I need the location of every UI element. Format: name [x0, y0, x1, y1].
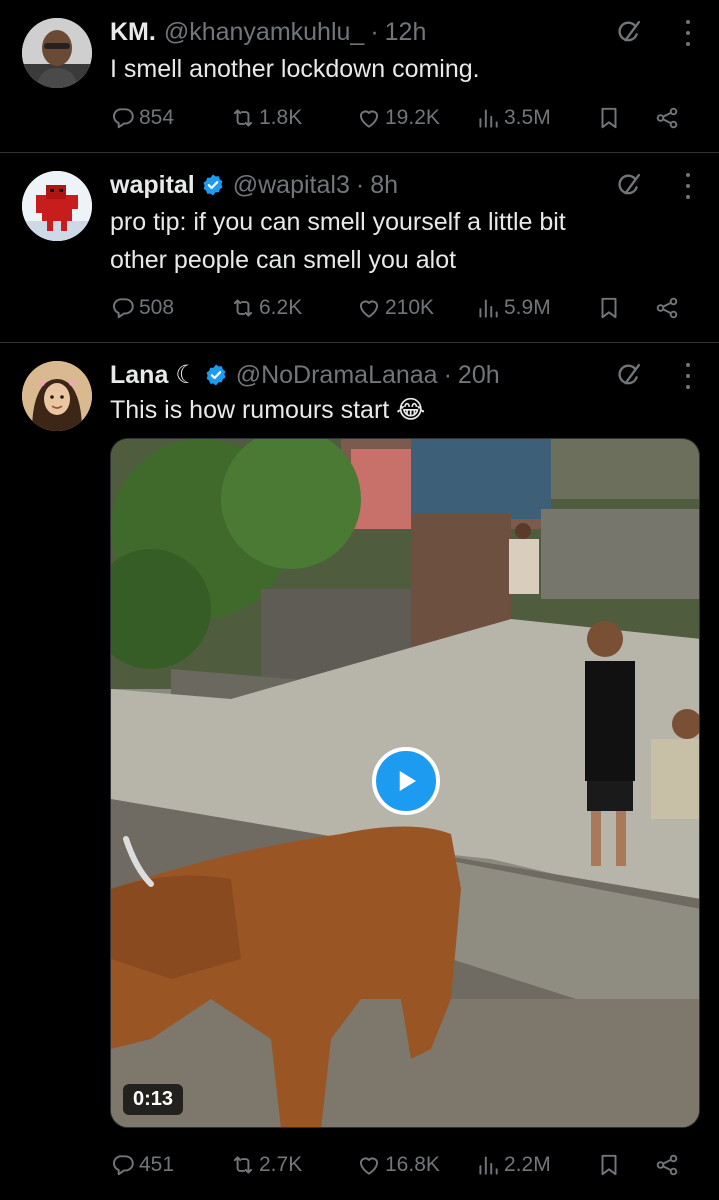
bookmark-button[interactable]	[596, 102, 625, 134]
separator: ·	[355, 170, 365, 199]
like-count: 210K	[385, 296, 435, 319]
retweet-icon	[230, 105, 256, 131]
avatar[interactable]	[22, 171, 92, 241]
username[interactable]: @khanyamkuhlu_	[164, 18, 365, 47]
timestamp[interactable]: 12h	[385, 18, 427, 47]
retweet-button[interactable]: 6.2K	[230, 292, 302, 324]
username[interactable]: @NoDramaLanaa	[236, 361, 438, 390]
like-icon	[356, 105, 382, 131]
tweet-1[interactable]: KM. @khanyamkuhlu_ · 12h I smell another…	[0, 0, 719, 153]
share-icon	[654, 295, 680, 321]
reply-count: 854	[139, 106, 175, 129]
more-icon[interactable]	[685, 363, 691, 389]
retweet-count: 2.7K	[259, 1153, 303, 1176]
views-icon	[475, 105, 501, 131]
retweet-count: 1.8K	[259, 106, 303, 129]
share-icon	[654, 105, 680, 131]
reply-count: 451	[139, 1153, 175, 1176]
share-icon	[654, 1152, 680, 1178]
views-button[interactable]: 3.5M	[475, 102, 551, 134]
bookmark-icon	[596, 295, 622, 321]
retweet-button[interactable]: 1.8K	[230, 102, 302, 134]
bookmark-button[interactable]	[596, 292, 625, 324]
tweet-text: I smell another lockdown coming.	[110, 55, 480, 83]
views-count: 5.9M	[504, 296, 551, 319]
share-button[interactable]	[654, 292, 683, 324]
grok-icon[interactable]	[615, 18, 643, 46]
views-count: 2.2M	[504, 1153, 551, 1176]
retweet-count: 6.2K	[259, 296, 303, 319]
reply-button[interactable]: 508	[110, 292, 174, 324]
like-icon	[356, 295, 382, 321]
share-button[interactable]	[654, 1149, 683, 1181]
video-player[interactable]: 0:13	[110, 438, 700, 1128]
like-count: 19.2K	[385, 106, 440, 129]
more-icon[interactable]	[685, 173, 691, 199]
like-button[interactable]: 210K	[356, 292, 434, 324]
grok-icon[interactable]	[615, 171, 643, 199]
timestamp[interactable]: 8h	[370, 171, 398, 200]
retweet-button[interactable]: 2.7K	[230, 1149, 302, 1181]
share-button[interactable]	[654, 102, 683, 134]
separator: ·	[370, 17, 379, 46]
tweet-header: Lana ☾ @NoDramaLanaa · 20h	[110, 357, 500, 393]
tweet-header: wapital @wapital3 · 8h	[110, 167, 398, 203]
play-icon	[399, 771, 416, 791]
avatar[interactable]	[22, 18, 92, 88]
bookmark-button[interactable]	[596, 1149, 625, 1181]
username[interactable]: @wapital3	[233, 171, 350, 200]
display-name[interactable]: wapital	[110, 171, 195, 200]
display-name[interactable]: Lana ☾	[110, 360, 198, 390]
retweet-icon	[230, 1152, 256, 1178]
bookmark-icon	[596, 1152, 622, 1178]
tweet-2[interactable]: wapital @wapital3 · 8h pro tip: if you c…	[0, 153, 719, 343]
views-button[interactable]: 2.2M	[475, 1149, 551, 1181]
views-count: 3.5M	[504, 106, 551, 129]
grok-icon[interactable]	[615, 361, 643, 389]
views-button[interactable]: 5.9M	[475, 292, 551, 324]
display-name[interactable]: KM.	[110, 18, 156, 47]
reply-icon	[110, 105, 136, 131]
like-icon	[356, 1152, 382, 1178]
retweet-icon	[230, 295, 256, 321]
video-duration: 0:13	[123, 1084, 184, 1115]
like-button[interactable]: 16.8K	[356, 1149, 440, 1181]
verified-icon	[204, 363, 228, 387]
timestamp[interactable]: 20h	[458, 361, 500, 390]
more-icon[interactable]	[685, 20, 691, 46]
separator: ·	[443, 360, 452, 389]
views-icon	[475, 295, 501, 321]
tweet-text-line: other people can smell you alot	[110, 246, 457, 274]
views-icon	[475, 1152, 501, 1178]
avatar[interactable]	[22, 361, 92, 431]
like-button[interactable]: 19.2K	[356, 102, 440, 134]
tweet-header: KM. @khanyamkuhlu_ · 12h	[110, 14, 426, 50]
reply-icon	[110, 1152, 136, 1178]
reply-button[interactable]: 451	[110, 1149, 174, 1181]
tweet-text: pro tip: if you can smell yourself a lit…	[110, 203, 690, 279]
action-bar: 451 2.7K 16.8K 2.2M	[110, 1149, 690, 1181]
bookmark-icon	[596, 105, 622, 131]
play-button[interactable]	[372, 747, 440, 815]
action-bar: 854 1.8K 19.2K 3.5M	[110, 102, 690, 134]
like-count: 16.8K	[385, 1153, 440, 1176]
reply-count: 508	[139, 296, 175, 319]
tweet-text: This is how rumours start 😂	[110, 396, 426, 424]
tweet-text-line: pro tip: if you can smell yourself a lit…	[110, 208, 566, 236]
verified-icon	[201, 173, 225, 197]
action-bar: 508 6.2K 210K 5.9M	[110, 292, 690, 324]
reply-icon	[110, 295, 136, 321]
reply-button[interactable]: 854	[110, 102, 174, 134]
